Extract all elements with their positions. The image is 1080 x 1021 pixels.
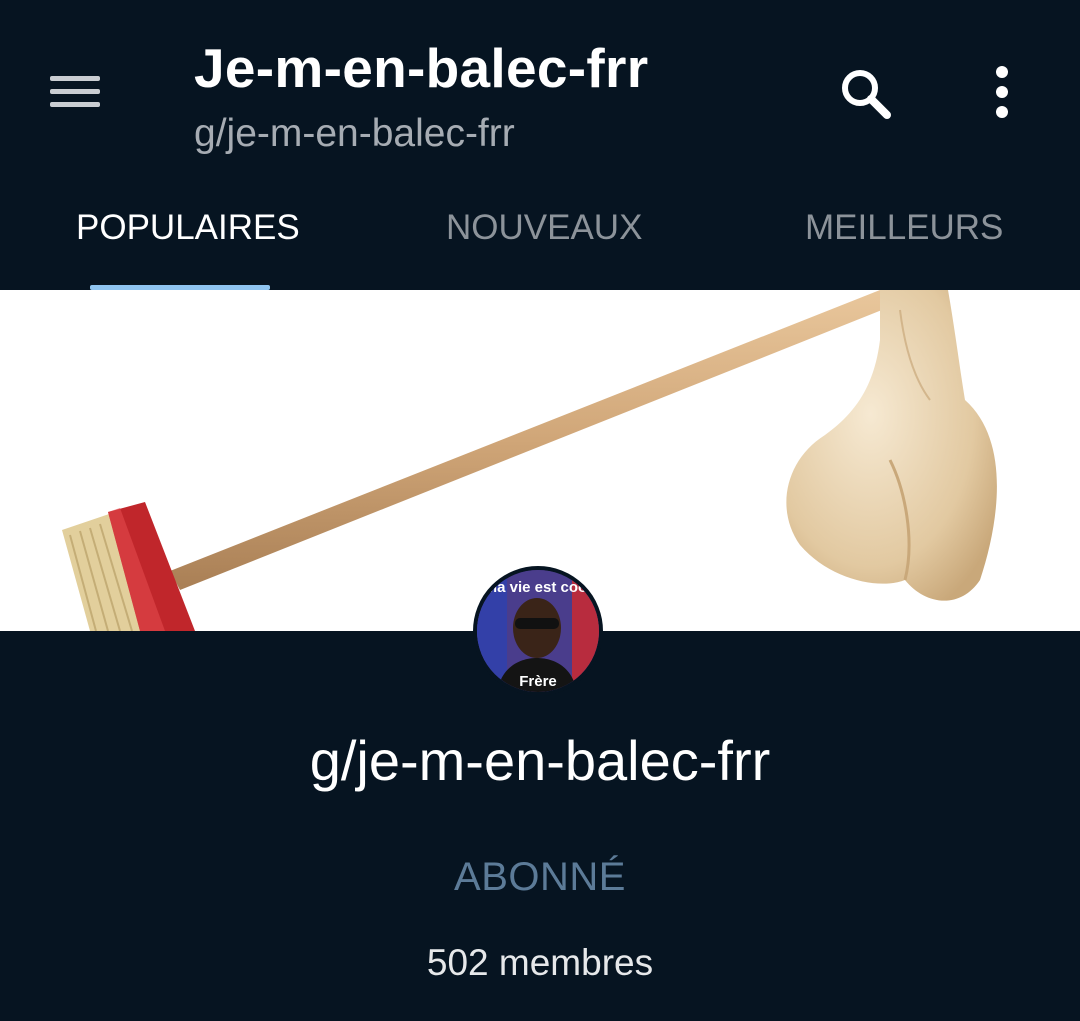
menu-button[interactable] [44, 66, 106, 118]
avatar-caption-bottom: Frère [519, 673, 557, 690]
tab-populaires[interactable]: POPULAIRES [76, 208, 300, 248]
search-button[interactable] [832, 60, 898, 126]
member-count: 502 membres [426, 942, 654, 983]
page-subtitle: g/je-m-en-balec-frr [194, 112, 515, 155]
tab-nouveaux[interactable]: NOUVEAUX [446, 208, 642, 248]
tab-meilleurs[interactable]: MEILLEURS [805, 208, 1003, 248]
page-title: Je-m-en-balec-frr [194, 37, 649, 99]
subscribe-button[interactable]: ABONNÉ [0, 855, 1080, 900]
search-icon [842, 70, 891, 119]
group-avatar[interactable]: Ma vie est cool Frère [473, 566, 603, 696]
more-vertical-icon [996, 66, 1008, 118]
group-name: g/je-m-en-balec-frr [309, 729, 771, 792]
avatar-caption-top: Ma vie est cool [485, 579, 592, 596]
more-options-button[interactable] [980, 62, 1024, 124]
app-header: Je-m-en-balec-frr g/je-m-en-balec-frr PO… [0, 0, 1080, 290]
